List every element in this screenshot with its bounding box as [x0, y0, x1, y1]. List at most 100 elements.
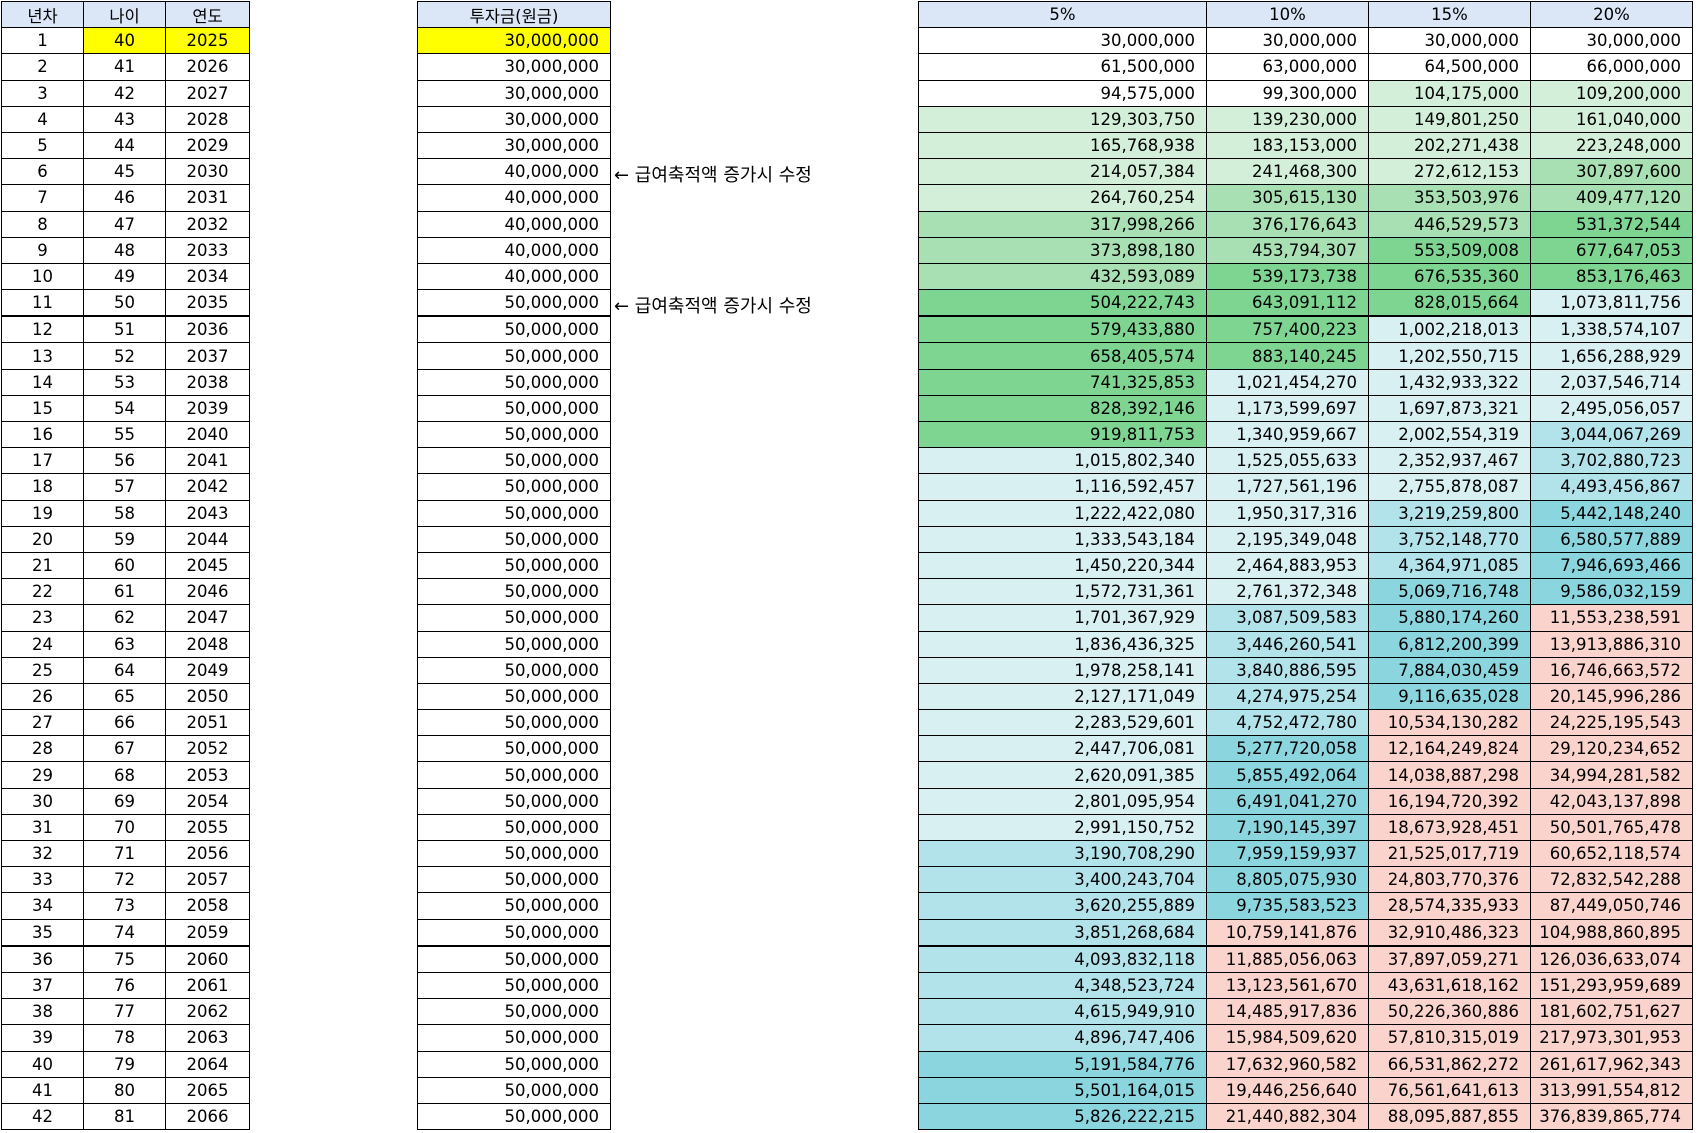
value-cell-rate-15[interactable]: 202,271,438 [1368, 131, 1531, 160]
year-cell[interactable]: 2032 [165, 210, 250, 238]
year-cell[interactable]: 2034 [165, 262, 250, 291]
year-cell[interactable]: 2063 [165, 1024, 250, 1052]
investment-cell[interactable]: 50,000,000 [417, 735, 611, 763]
value-cell-rate-15[interactable]: 676,535,360 [1368, 262, 1531, 291]
investment-cell[interactable]: 50,000,000 [417, 892, 611, 920]
investment-cell[interactable]: 50,000,000 [417, 656, 611, 684]
investment-cell[interactable]: 30,000,000 [417, 131, 611, 160]
value-cell-rate-20[interactable]: 261,617,962,343 [1530, 1050, 1693, 1078]
value-cell-rate-5[interactable]: 3,620,255,889 [918, 892, 1207, 920]
year-cell[interactable]: 2044 [165, 525, 250, 553]
age-cell[interactable]: 57 [83, 473, 166, 501]
age-cell[interactable]: 71 [83, 839, 166, 868]
value-cell-rate-15[interactable]: 6,812,200,399 [1368, 630, 1531, 658]
value-cell-rate-15[interactable]: 7,884,030,459 [1368, 656, 1531, 684]
investment-cell[interactable]: 50,000,000 [417, 1076, 611, 1104]
value-cell-rate-20[interactable]: 13,913,886,310 [1530, 630, 1693, 658]
year-no-cell[interactable]: 33 [1, 866, 84, 894]
investment-cell[interactable]: 40,000,000 [417, 210, 611, 238]
value-cell-rate-15[interactable]: 1,202,550,715 [1368, 342, 1531, 370]
value-cell-rate-10[interactable]: 99,300,000 [1206, 79, 1369, 107]
age-cell[interactable]: 76 [83, 971, 166, 1000]
value-cell-rate-15[interactable]: 446,529,573 [1368, 210, 1531, 238]
year-cell[interactable]: 2042 [165, 473, 250, 501]
year-no-cell[interactable]: 36 [1, 945, 84, 973]
year-no-cell[interactable]: 17 [1, 447, 84, 475]
value-cell-rate-10[interactable]: 17,632,960,582 [1206, 1050, 1369, 1078]
value-cell-rate-10[interactable]: 3,840,886,595 [1206, 656, 1369, 684]
investment-cell[interactable]: 50,000,000 [417, 447, 611, 475]
value-cell-rate-15[interactable]: 9,116,635,028 [1368, 682, 1531, 711]
value-cell-rate-5[interactable]: 1,116,592,457 [918, 473, 1207, 501]
value-cell-rate-5[interactable]: 4,896,747,406 [918, 1024, 1207, 1052]
year-no-cell[interactable]: 34 [1, 892, 84, 920]
year-no-cell[interactable]: 30 [1, 787, 84, 815]
value-cell-rate-5[interactable]: 1,450,220,344 [918, 551, 1207, 580]
year-cell[interactable]: 2027 [165, 79, 250, 107]
investment-cell[interactable]: 50,000,000 [417, 787, 611, 815]
year-cell[interactable]: 2040 [165, 420, 250, 449]
value-cell-rate-20[interactable]: 181,602,751,627 [1530, 998, 1693, 1026]
value-cell-rate-10[interactable]: 539,173,738 [1206, 262, 1369, 291]
value-cell-rate-5[interactable]: 5,501,164,015 [918, 1076, 1207, 1104]
year-no-cell[interactable]: 22 [1, 578, 84, 606]
value-cell-rate-20[interactable]: 531,372,544 [1530, 210, 1693, 238]
year-cell[interactable]: 2030 [165, 158, 250, 186]
value-cell-rate-10[interactable]: 1,173,599,697 [1206, 394, 1369, 423]
year-cell[interactable]: 2055 [165, 813, 250, 842]
age-cell[interactable]: 40 [83, 27, 166, 55]
age-cell[interactable]: 78 [83, 1024, 166, 1052]
value-cell-rate-10[interactable]: 6,491,041,270 [1206, 787, 1369, 815]
value-cell-rate-5[interactable]: 165,768,938 [918, 131, 1207, 160]
value-cell-rate-20[interactable]: 223,248,000 [1530, 131, 1693, 160]
year-no-cell[interactable]: 8 [1, 210, 84, 238]
year-cell[interactable]: 2036 [165, 315, 250, 344]
investment-cell[interactable]: 30,000,000 [417, 53, 611, 81]
value-cell-rate-5[interactable]: 317,998,266 [918, 210, 1207, 238]
value-cell-rate-15[interactable]: 28,574,335,933 [1368, 892, 1531, 920]
value-cell-rate-5[interactable]: 129,303,750 [918, 105, 1207, 133]
value-cell-rate-15[interactable]: 18,673,928,451 [1368, 813, 1531, 842]
value-cell-rate-20[interactable]: 72,832,542,288 [1530, 866, 1693, 894]
value-cell-rate-5[interactable]: 5,826,222,215 [918, 1102, 1207, 1131]
value-cell-rate-5[interactable]: 1,978,258,141 [918, 656, 1207, 684]
age-cell[interactable]: 44 [83, 131, 166, 160]
age-cell[interactable]: 69 [83, 787, 166, 815]
value-cell-rate-20[interactable]: 20,145,996,286 [1530, 682, 1693, 711]
value-cell-rate-5[interactable]: 1,222,422,080 [918, 499, 1207, 527]
value-cell-rate-15[interactable]: 553,509,008 [1368, 236, 1531, 264]
year-cell[interactable]: 2029 [165, 131, 250, 160]
value-cell-rate-5[interactable]: 264,760,254 [918, 184, 1207, 212]
value-cell-rate-10[interactable]: 1,525,055,633 [1206, 447, 1369, 475]
year-no-cell[interactable]: 10 [1, 262, 84, 291]
value-cell-rate-15[interactable]: 1,432,933,322 [1368, 368, 1531, 396]
year-no-cell[interactable]: 31 [1, 813, 84, 842]
value-cell-rate-5[interactable]: 4,348,523,724 [918, 971, 1207, 1000]
value-cell-rate-20[interactable]: 11,553,238,591 [1530, 604, 1693, 632]
value-cell-rate-10[interactable]: 3,446,260,541 [1206, 630, 1369, 658]
value-cell-rate-10[interactable]: 183,153,000 [1206, 131, 1369, 160]
header-rate-10[interactable]: 10% [1206, 0, 1369, 29]
header-year[interactable]: 연도 [165, 0, 250, 29]
value-cell-rate-20[interactable]: 376,839,865,774 [1530, 1102, 1693, 1131]
year-cell[interactable]: 2060 [165, 945, 250, 973]
value-cell-rate-5[interactable]: 2,801,095,954 [918, 787, 1207, 815]
age-cell[interactable]: 50 [83, 289, 166, 318]
age-cell[interactable]: 53 [83, 368, 166, 396]
value-cell-rate-10[interactable]: 757,400,223 [1206, 315, 1369, 344]
value-cell-rate-10[interactable]: 11,885,056,063 [1206, 945, 1369, 973]
investment-cell[interactable]: 40,000,000 [417, 158, 611, 186]
value-cell-rate-10[interactable]: 63,000,000 [1206, 53, 1369, 81]
year-no-cell[interactable]: 14 [1, 368, 84, 396]
investment-cell[interactable]: 50,000,000 [417, 761, 611, 789]
value-cell-rate-20[interactable]: 161,040,000 [1530, 105, 1693, 133]
investment-cell[interactable]: 50,000,000 [417, 709, 611, 737]
value-cell-rate-15[interactable]: 2,755,878,087 [1368, 473, 1531, 501]
year-no-cell[interactable]: 32 [1, 839, 84, 868]
value-cell-rate-5[interactable]: 373,898,180 [918, 236, 1207, 264]
age-cell[interactable]: 54 [83, 394, 166, 423]
value-cell-rate-10[interactable]: 14,485,917,836 [1206, 998, 1369, 1026]
investment-cell[interactable]: 50,000,000 [417, 1050, 611, 1078]
investment-cell[interactable]: 50,000,000 [417, 813, 611, 842]
value-cell-rate-10[interactable]: 139,230,000 [1206, 105, 1369, 133]
